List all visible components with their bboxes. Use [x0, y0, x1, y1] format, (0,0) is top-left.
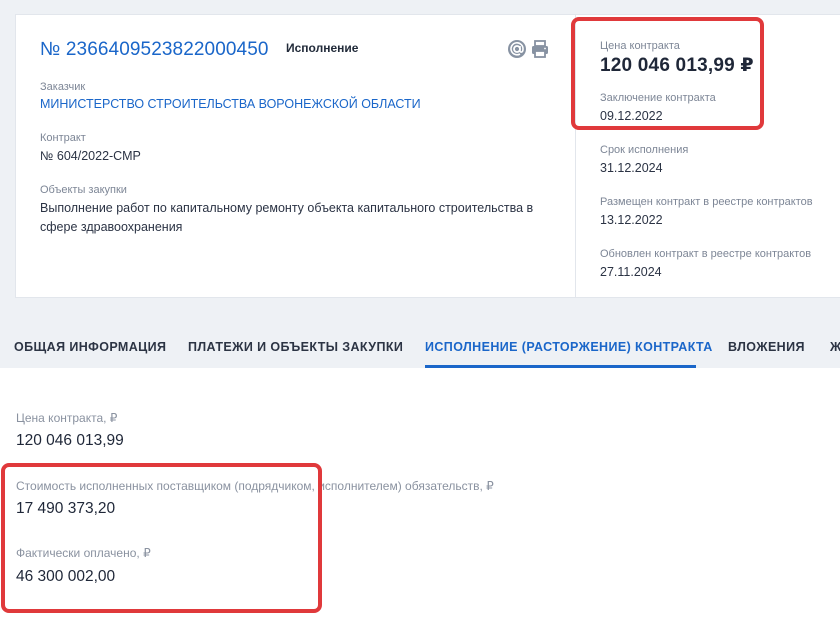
registry-placed-value: 13.12.2022	[600, 213, 663, 227]
status-label: Исполнение	[286, 41, 359, 55]
registry-placed-label: Размещен контракт в реестре контрактов	[600, 196, 813, 208]
highlight-box-price	[571, 17, 764, 130]
email-icon[interactable]	[507, 39, 527, 59]
tab-journal[interactable]: Ж	[830, 340, 840, 354]
finance-price-value: 120 046 013,99	[16, 432, 124, 449]
tab-general-info[interactable]: ОБЩАЯ ИНФОРМАЦИЯ	[14, 340, 166, 354]
contract-number-link[interactable]: № 2366409523822000450	[40, 39, 269, 61]
contract-main-info: № 2366409523822000450 Исполнение Заказчи…	[16, 15, 575, 297]
registry-updated-value: 27.11.2024	[600, 265, 662, 279]
execution-term-value: 31.12.2024	[600, 161, 663, 175]
contract-label: Контракт	[40, 132, 86, 144]
customer-label: Заказчик	[40, 81, 86, 93]
contract-value: № 604/2022-СМР	[40, 149, 141, 163]
customer-link[interactable]: МИНИСТЕРСТВО СТРОИТЕЛЬСТВА ВОРОНЕЖСКОЙ О…	[40, 97, 421, 111]
printer-icon[interactable]	[530, 39, 550, 59]
execution-term-label: Срок исполнения	[600, 144, 689, 156]
procurement-objects-label: Объекты закупки	[40, 184, 127, 196]
active-tab-indicator	[425, 365, 696, 368]
tab-execution[interactable]: ИСПОЛНЕНИЕ (РАСТОРЖЕНИЕ) КОНТРАКТА	[425, 340, 713, 354]
tabs-bar: ОБЩАЯ ИНФОРМАЦИЯ ПЛАТЕЖИ И ОБЪЕКТЫ ЗАКУП…	[0, 320, 840, 368]
finance-price-label: Цена контракта, ₽	[16, 411, 118, 425]
tab-attachments[interactable]: ВЛОЖЕНИЯ	[728, 340, 805, 354]
registry-updated-label: Обновлен контракт в реестре контрактов	[600, 248, 812, 260]
tab-payments-objects[interactable]: ПЛАТЕЖИ И ОБЪЕКТЫ ЗАКУПКИ	[188, 340, 403, 354]
highlight-box-finance	[1, 463, 322, 613]
procurement-objects-value: Выполнение работ по капитальному ремонту…	[40, 201, 534, 234]
